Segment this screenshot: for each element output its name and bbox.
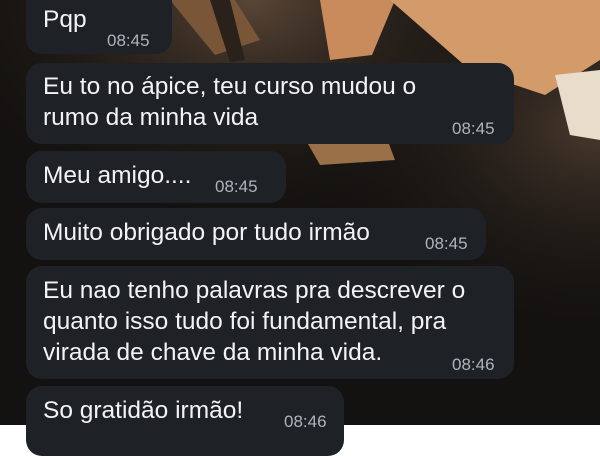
message-bubble[interactable]: Muito obrigado por tudo irmão 08:45: [26, 208, 486, 260]
message-text: Pqp: [43, 6, 87, 33]
message-timestamp: 08:45: [215, 177, 258, 196]
message-bubble[interactable]: Eu to no ápice, teu curso mudou o rumo d…: [26, 63, 514, 144]
message-text: So gratidão irmão!: [43, 397, 244, 424]
message-timestamp: 08:46: [452, 355, 495, 374]
message-text: Muito obrigado por tudo irmão: [43, 219, 370, 246]
message-text: Eu to no ápice, teu curso mudou o rumo d…: [43, 73, 417, 131]
message-text: Eu nao tenho palavras pra descrever o qu…: [43, 277, 466, 366]
message-timestamp: 08:45: [425, 234, 468, 253]
message-bubble[interactable]: Pqp 08:45: [26, 0, 172, 54]
message-text: Meu amigo....: [43, 162, 192, 189]
message-bubble[interactable]: Eu nao tenho palavras pra descrever o qu…: [26, 266, 514, 379]
message-timestamp: 08:45: [452, 119, 495, 138]
message-timestamp: 08:45: [107, 31, 150, 50]
message-bubble[interactable]: So gratidão irmão! 08:46: [26, 386, 344, 456]
message-bubble[interactable]: Meu amigo.... 08:45: [26, 151, 286, 203]
message-timestamp: 08:46: [284, 412, 327, 431]
